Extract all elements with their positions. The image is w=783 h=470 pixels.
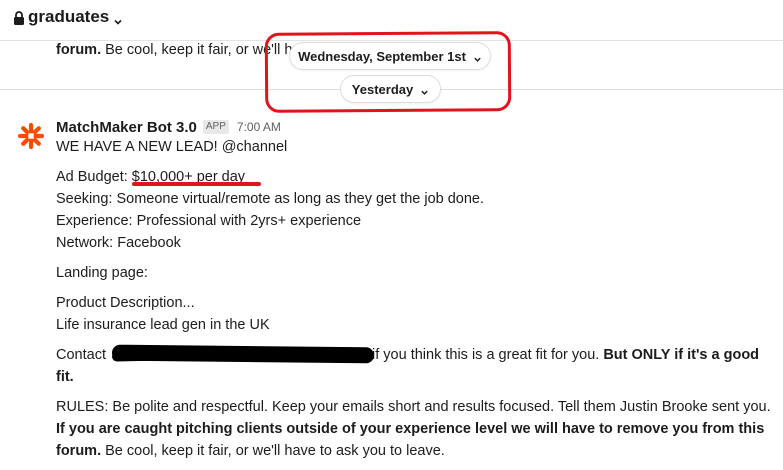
previous-message-text: Be cool, keep it fair, or we'll h	[101, 42, 293, 58]
contact-prefix: Contact	[56, 347, 110, 363]
product-detail-line: Life insurance lead gen in the UK	[56, 317, 270, 333]
zapier-asterisk-icon[interactable]	[17, 122, 45, 150]
experience-line: Experience: Professional with 2yrs+ expe…	[56, 213, 362, 229]
annotation-circle	[264, 31, 512, 113]
previous-message-bold: forum.	[56, 42, 102, 58]
app-badge: APP	[202, 120, 229, 134]
lock-icon	[13, 10, 25, 25]
ad-budget-label: Ad Budget:	[56, 169, 132, 185]
contact-suffix: if you think this is a great fit for you…	[368, 347, 604, 363]
message-headline: WE HAVE A NEW LEAD! @channel	[56, 139, 288, 155]
rules-text: RULES: Be polite and respectful. Keep yo…	[56, 399, 771, 415]
channel-name: graduates	[28, 7, 110, 26]
network-line: Network: Facebook	[56, 235, 181, 251]
message-header: MatchMaker Bot 3.0 APP 7:00 AM	[56, 116, 281, 138]
message-timestamp[interactable]: 7:00 AM	[237, 120, 281, 134]
channel-title[interactable]: graduates	[13, 6, 123, 28]
seeking-line: Seeking: Someone virtual/remote as long …	[56, 191, 485, 207]
landing-page-line: Landing page:	[56, 265, 148, 281]
rules-end: Be cool, keep it fair, or we'll have to …	[101, 443, 445, 459]
chevron-down-icon	[113, 12, 123, 25]
rules-paragraph: RULES: Be polite and respectful. Keep yo…	[56, 396, 776, 462]
author-name[interactable]: MatchMaker Bot 3.0	[56, 119, 197, 136]
product-description-line: Product Description...	[56, 295, 195, 311]
annotation-underline	[132, 182, 261, 186]
